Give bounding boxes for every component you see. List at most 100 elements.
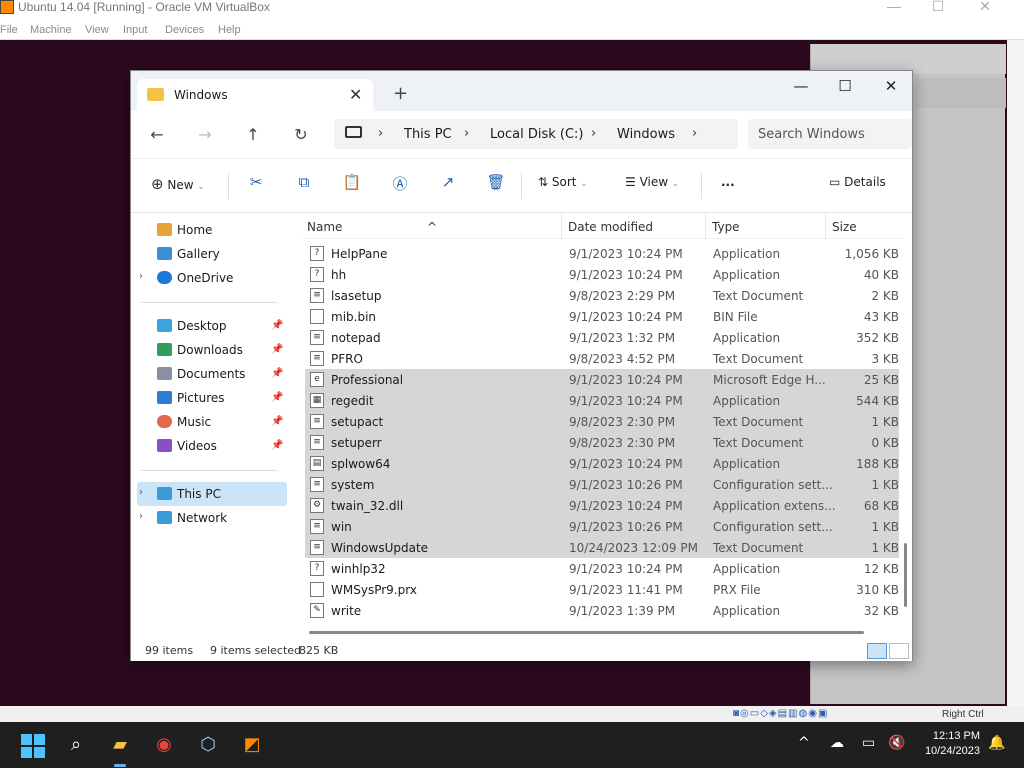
virtualbox-vm-icon[interactable]: ◩	[238, 731, 266, 759]
chevron-right-icon[interactable]: ›	[139, 487, 143, 498]
table-row[interactable]: ? winhlp32 9/1/2023 10:24 PM Application 12 …	[305, 558, 899, 579]
sidebar-item-videos[interactable]: Videos 📌	[137, 434, 287, 458]
menu-view[interactable]: View	[85, 24, 109, 36]
explorer-close-icon[interactable]: ✕	[879, 77, 903, 95]
menu-machine[interactable]: Machine	[30, 24, 72, 36]
address-bar[interactable]: › This PC › Local Disk (C:) › Windows ›	[334, 119, 738, 149]
table-row[interactable]: ✎ write 9/1/2023 1:39 PM Application 32 KB	[305, 600, 899, 621]
chevron-right-icon[interactable]: ›	[139, 511, 143, 522]
sidebar-item-home[interactable]: Home	[137, 218, 287, 242]
table-row[interactable]: ≡ setupact 9/8/2023 2:30 PM Text Document 1 …	[305, 411, 899, 432]
table-row[interactable]: ⚙ twain_32.dll 9/1/2023 10:24 PM Applicatio…	[305, 495, 899, 516]
tab-close-icon[interactable]: ✕	[349, 85, 362, 104]
column-divider[interactable]	[561, 213, 562, 239]
column-name[interactable]: Name	[307, 220, 342, 234]
table-row[interactable]: ▤ splwow64 9/1/2023 10:24 PM Application 188…	[305, 453, 899, 474]
close-icon[interactable]: ✕	[975, 0, 995, 15]
minimize-icon[interactable]: —	[884, 0, 904, 14]
back-arrow-icon[interactable]: ←	[147, 125, 167, 144]
bell-icon[interactable]: 🔔	[988, 735, 1005, 751]
chevron-right-icon[interactable]: ›	[692, 126, 697, 141]
details-button[interactable]: ▭ Details	[829, 175, 886, 189]
menu-file[interactable]: File	[0, 24, 18, 36]
table-row[interactable]: e Professional 9/1/2023 10:24 PM Microsoft …	[305, 369, 899, 390]
explorer-maximize-icon[interactable]: ☐	[833, 77, 857, 95]
column-size[interactable]: Size	[832, 220, 857, 234]
menu-input[interactable]: Input	[123, 24, 147, 36]
sidebar-item-pictures[interactable]: Pictures 📌	[137, 386, 287, 410]
view-label: View	[639, 175, 669, 189]
divider	[141, 302, 277, 303]
refresh-icon[interactable]: ↻	[291, 125, 311, 144]
sidebar-item-network[interactable]: › Network	[137, 506, 287, 530]
new-button[interactable]: ⊕ New ⌄	[151, 175, 204, 193]
file-icon: ?	[310, 246, 324, 261]
sort-button[interactable]: ⇅ Sort ⌄	[538, 175, 587, 189]
table-row[interactable]: ≡ PFRO 9/8/2023 4:52 PM Text Document 3 KB	[305, 348, 899, 369]
chrome-icon[interactable]: ◉	[150, 731, 178, 759]
speaker-mute-icon[interactable]: 🔇	[888, 735, 905, 751]
search-icon[interactable]: ⌕	[62, 731, 90, 759]
clock[interactable]: 12:13 PM 10/24/2023	[918, 729, 980, 759]
new-tab-icon[interactable]: +	[393, 83, 408, 104]
view-button[interactable]: ☰ View ⌄	[625, 175, 679, 189]
horizontal-scrollbar[interactable]	[309, 631, 864, 634]
chevron-right-icon[interactable]: ›	[464, 126, 469, 141]
tiles-view-icon[interactable]	[889, 643, 909, 659]
chevron-up-icon[interactable]: ^	[798, 735, 810, 751]
table-row[interactable]: ≡ win 9/1/2023 10:26 PM Configuration sett.…	[305, 516, 899, 537]
forward-arrow-icon[interactable]: →	[195, 125, 215, 144]
table-row[interactable]: WMSysPr9.prx 9/1/2023 11:41 PM PRX File 310…	[305, 579, 899, 600]
device-status-icons[interactable]: ◙◎▭◇◈▤▥◍◉▣	[733, 708, 828, 719]
up-arrow-icon[interactable]: ↑	[243, 125, 263, 144]
table-row[interactable]: ≡ WindowsUpdate 10/24/2023 12:09 PM Text Do…	[305, 537, 899, 558]
table-row[interactable]: ? HelpPane 9/1/2023 10:24 PM Application 1,0…	[305, 243, 899, 264]
column-type[interactable]: Type	[712, 220, 740, 234]
table-row[interactable]: ≡ system 9/1/2023 10:26 PM Configuration se…	[305, 474, 899, 495]
table-row[interactable]: ? hh 9/1/2023 10:24 PM Application 40 KB	[305, 264, 899, 285]
sidebar-item-onedrive[interactable]: › OneDrive	[137, 266, 287, 290]
maximize-icon[interactable]: ☐	[928, 0, 948, 15]
search-input[interactable]: Search Windows	[748, 119, 912, 149]
virtualbox-taskbar-icon[interactable]: ⬡	[194, 731, 222, 759]
menu-devices[interactable]: Devices	[165, 24, 204, 36]
vertical-scrollbar[interactable]	[904, 543, 907, 607]
sidebar-item-gallery[interactable]: Gallery	[137, 242, 287, 266]
delete-icon[interactable]: 🗑	[485, 173, 507, 195]
cut-icon[interactable]: ✂	[245, 173, 267, 195]
details-view-icon[interactable]	[867, 643, 887, 659]
sidebar-item-documents[interactable]: Documents 📌	[137, 362, 287, 386]
table-row[interactable]: ≡ setuperr 9/8/2023 2:30 PM Text Document 0 …	[305, 432, 899, 453]
copy-icon[interactable]: ⧉	[293, 173, 315, 195]
table-row[interactable]: ▦ regedit 9/1/2023 10:24 PM Application 544 …	[305, 390, 899, 411]
sidebar-item-desktop[interactable]: Desktop 📌	[137, 314, 287, 338]
explorer-minimize-icon[interactable]: —	[789, 77, 813, 95]
file-name: lsasetup	[331, 289, 382, 303]
monitor-tray-icon[interactable]: ▭	[862, 735, 875, 751]
chevron-right-icon[interactable]: ›	[378, 126, 383, 141]
breadcrumb-local-disk[interactable]: Local Disk (C:)	[490, 127, 583, 142]
sidebar-item-music[interactable]: Music 📌	[137, 410, 287, 434]
column-divider[interactable]	[705, 213, 706, 239]
column-divider[interactable]	[825, 213, 826, 239]
breadcrumb-windows[interactable]: Windows	[617, 127, 675, 142]
file-explorer-taskbar-icon[interactable]: ▰	[106, 731, 134, 767]
breadcrumb-this-pc[interactable]: This PC	[404, 127, 452, 142]
more-options-button[interactable]: ...	[721, 175, 735, 189]
rename-icon[interactable]: Ⓐ	[389, 173, 411, 195]
chevron-right-icon[interactable]: ›	[139, 271, 143, 282]
start-button[interactable]	[18, 731, 46, 759]
cloud-tray-icon[interactable]: ☁	[830, 735, 844, 751]
table-row[interactable]: mib.bin 9/1/2023 10:24 PM BIN File 43 KB	[305, 306, 899, 327]
paste-icon[interactable]: 📋	[341, 173, 363, 195]
menu-help[interactable]: Help	[218, 24, 241, 36]
sidebar-item-this-pc[interactable]: › This PC	[137, 482, 287, 506]
tab-windows[interactable]: Windows ✕	[137, 79, 373, 111]
share-icon[interactable]: ↗	[437, 173, 459, 195]
table-row[interactable]: ≡ notepad 9/1/2023 1:32 PM Application 352 K…	[305, 327, 899, 348]
sidebar-item-downloads[interactable]: Downloads 📌	[137, 338, 287, 362]
table-row[interactable]: ≡ lsasetup 9/8/2023 2:29 PM Text Document 2 …	[305, 285, 899, 306]
column-date[interactable]: Date modified	[568, 220, 653, 234]
file-size: 3 KB	[871, 352, 899, 366]
chevron-right-icon[interactable]: ›	[591, 126, 596, 141]
